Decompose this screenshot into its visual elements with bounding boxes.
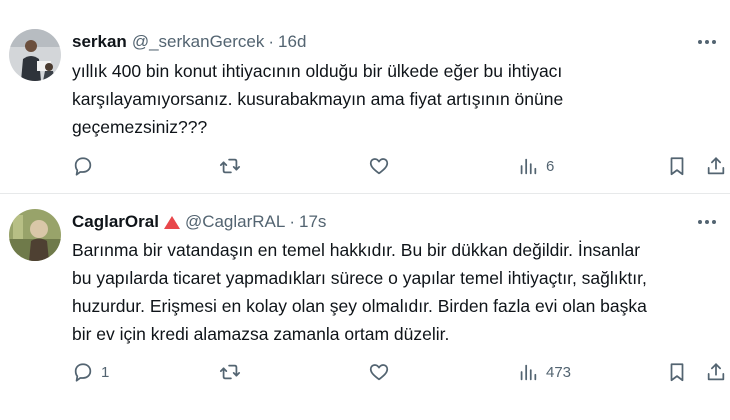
more-icon[interactable] <box>694 212 720 232</box>
tweet-text: Barınma bir vatandaşın en temel hakkıdır… <box>72 236 712 348</box>
views-count: 6 <box>546 157 555 175</box>
views-icon <box>520 364 537 381</box>
tweet-text-line: Barınma bir vatandaşın en temel hakkıdır… <box>72 240 641 260</box>
avatar-image <box>9 29 61 81</box>
more-icon[interactable] <box>694 32 720 52</box>
bookmark-icon <box>670 157 684 176</box>
repost-button[interactable] <box>219 360 248 384</box>
bookmark-icon <box>670 363 684 382</box>
tweet[interactable]: CaglarOral @CaglarRAL · 17s Barınma bir … <box>0 195 730 420</box>
reply-icon <box>74 157 92 176</box>
share-icon <box>707 363 725 381</box>
avatar-image <box>9 209 61 261</box>
action-bar: 1 473 <box>0 360 730 384</box>
repost-icon <box>219 158 241 174</box>
user-handle[interactable]: @CaglarRAL <box>185 212 285 232</box>
separator-dot: · <box>268 32 275 51</box>
tweet-text-line: karşılayamıyorsanız. kusurabakmayın ama … <box>72 89 564 109</box>
like-button[interactable] <box>368 360 397 384</box>
views-count: 473 <box>546 363 572 381</box>
reply-icon <box>74 363 92 382</box>
tweet-text-line: bu yapılarda ticaret yapmadıkları sürece… <box>72 268 647 288</box>
share-button[interactable] <box>705 360 727 384</box>
bookmark-button[interactable] <box>666 360 688 384</box>
reply-button[interactable] <box>72 154 101 178</box>
action-bar: 6 <box>0 154 730 178</box>
like-icon <box>369 158 389 175</box>
tweet-text-line: geçemezsiniz??? <box>72 117 208 137</box>
tweet-header: serkan @_serkanGercek · 16d <box>72 29 306 55</box>
timestamp[interactable]: 16d <box>278 32 306 52</box>
user-handle[interactable]: @_serkanGercek <box>132 32 265 52</box>
avatar[interactable] <box>9 29 61 81</box>
views-button[interactable]: 473 <box>517 360 571 384</box>
like-button[interactable] <box>368 154 397 178</box>
views-icon <box>520 158 537 175</box>
warning-badge-icon <box>163 215 180 229</box>
avatar[interactable] <box>9 209 61 261</box>
like-icon <box>369 364 389 381</box>
separator-dot: · <box>289 212 296 231</box>
timestamp[interactable]: 17s <box>299 212 326 232</box>
tweet-header: CaglarOral @CaglarRAL · 17s <box>72 209 326 235</box>
tweet-text-line: huzurdur. Erişmesi en kolay olan şey olm… <box>72 296 647 316</box>
tweet[interactable]: serkan @_serkanGercek · 16d yıllık 400 b… <box>0 0 730 194</box>
bookmark-button[interactable] <box>666 154 688 178</box>
display-name[interactable]: CaglarOral <box>72 212 159 232</box>
share-button[interactable] <box>705 154 727 178</box>
tweet-text: yıllık 400 bin konut ihtiyacının olduğu … <box>72 57 712 141</box>
reply-button[interactable]: 1 <box>72 360 109 384</box>
repost-button[interactable] <box>219 154 248 178</box>
views-button[interactable]: 6 <box>517 154 554 178</box>
tweet-text-line: yıllık 400 bin konut ihtiyacının olduğu … <box>72 61 563 81</box>
share-icon <box>707 157 725 175</box>
reply-count: 1 <box>101 363 110 381</box>
tweet-text-line: bir ev için kredi alamazsa zamanla ortam… <box>72 324 450 344</box>
repost-icon <box>219 364 241 380</box>
display-name[interactable]: serkan <box>72 32 127 52</box>
